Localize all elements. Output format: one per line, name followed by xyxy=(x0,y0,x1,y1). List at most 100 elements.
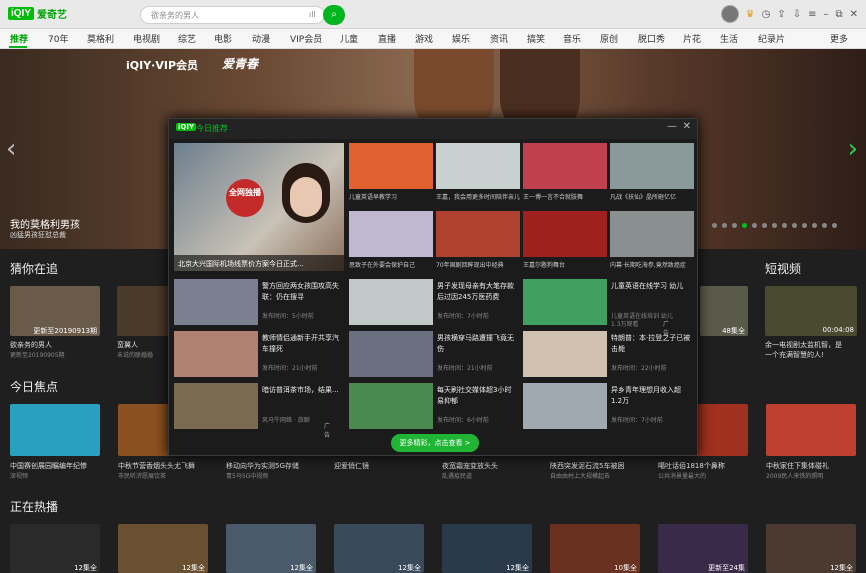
nav-tab[interactable]: VIP会员 xyxy=(290,32,322,45)
focus-card[interactable]: 中国赛创展园瞩编年纪惨 深视频 xyxy=(10,404,100,484)
card-badge: 10集全 xyxy=(614,564,637,572)
grid-thumbnail xyxy=(436,143,520,189)
carousel-dot[interactable] xyxy=(712,223,717,228)
hot-card[interactable]: 更新至24集 xyxy=(658,524,748,573)
nav-tab[interactable]: 搞笑 xyxy=(527,32,545,45)
card-subtitle: 市民听济愿展饮茶 xyxy=(118,473,167,480)
nav-tab[interactable]: 儿童 xyxy=(340,32,358,45)
menu-icon[interactable]: ≡ xyxy=(808,9,816,20)
list-thumbnail xyxy=(349,279,433,325)
search-input[interactable]: 欲亲务的男人 xyxy=(151,10,199,21)
card-badge: 12集全 xyxy=(182,564,205,572)
history-icon[interactable]: ◷ xyxy=(762,9,771,20)
grid-thumbnail xyxy=(523,143,607,189)
list-title: 男子发现母亲有大笔存款后过因245万医药费 xyxy=(437,282,514,301)
vip-crown-icon[interactable]: ♛ xyxy=(746,9,755,20)
carousel-dot[interactable] xyxy=(752,223,757,228)
list-meta: 风马牛网络 · 旅聊 xyxy=(262,417,310,424)
nav-tab[interactable]: 原创 xyxy=(600,32,618,45)
hero-brand-2: 爱青春 xyxy=(222,57,259,71)
list-title: 每天刷社交媒体超3小时易抑郁 xyxy=(437,386,512,405)
nav-tab[interactable]: 娱乐 xyxy=(452,32,470,45)
card-badge: 12集全 xyxy=(290,564,313,572)
list-thumbnail xyxy=(349,383,433,429)
guess-card-right[interactable]: 48集全 xyxy=(700,286,748,336)
card-title: 中秋节营香烟头头尤飞舞 xyxy=(118,462,195,470)
hot-card[interactable]: 10集全 xyxy=(550,524,640,573)
app-logo[interactable]: iQIY 爱奇艺 xyxy=(8,6,67,21)
hero-brand: iQIY·VIP会员 xyxy=(126,59,199,72)
search-button[interactable]: ⌕ xyxy=(323,5,345,25)
prev-arrow-icon[interactable]: ‹ xyxy=(6,134,16,164)
hot-card[interactable]: 12集全 xyxy=(766,524,856,573)
carousel-dot[interactable] xyxy=(802,223,807,228)
hot-card[interactable]: 12集全 xyxy=(10,524,100,573)
carousel-dot[interactable] xyxy=(812,223,817,228)
carousel-dot[interactable] xyxy=(822,223,827,228)
nav-tab[interactable]: 纪录片 xyxy=(758,32,785,45)
carousel-dot[interactable] xyxy=(732,223,737,228)
list-title: 警方回应两女孩围攻高失联：仍在搜寻 xyxy=(262,282,339,301)
popup-close-icon[interactable]: ✕ xyxy=(683,121,691,132)
carousel-dot[interactable] xyxy=(832,223,837,228)
avatar[interactable] xyxy=(720,5,739,23)
card-badge: 48集全 xyxy=(722,327,745,335)
section-short-title: 短视频 xyxy=(765,262,802,276)
section-hot-title: 正在热播 xyxy=(10,500,59,514)
hot-card[interactable]: 12集全 xyxy=(226,524,316,573)
nav-tab[interactable]: 片花 xyxy=(683,32,701,45)
card-badge: 12集全 xyxy=(74,564,97,572)
nav-tab[interactable]: 动漫 xyxy=(252,32,270,45)
restore-icon[interactable]: ⧉ xyxy=(835,9,842,20)
card-badge: 12集全 xyxy=(506,564,529,572)
card-title: 余一电视剧太监机智，是 xyxy=(765,341,842,349)
card-subtitle: 深视频 xyxy=(10,473,29,480)
short-video-card[interactable]: 00:04:08 余一电视剧太监机智，是 一个充满智慧的人! xyxy=(765,286,857,361)
download-icon[interactable]: ⇩ xyxy=(793,9,801,20)
featured-caption: 北京大兴国际机场线票价方案今日正式... xyxy=(174,255,344,271)
exclusive-stamp: 全网独播 xyxy=(226,179,264,217)
nav-tab[interactable]: 脱口秀 xyxy=(638,32,665,45)
nav-tab[interactable]: 音乐 xyxy=(563,32,581,45)
card-title: 中秋家住下集体碰礼 xyxy=(766,462,829,470)
nav-tab[interactable]: 生活 xyxy=(720,32,738,45)
minimize-icon[interactable]: – xyxy=(823,9,828,20)
hot-card[interactable]: 12集全 xyxy=(334,524,424,573)
hot-card[interactable]: 12集全 xyxy=(118,524,208,573)
carousel-dot[interactable] xyxy=(762,223,767,228)
carousel-dot[interactable] xyxy=(742,223,747,228)
guess-card[interactable]: 更新至20190913期 欲亲务的男人 更新至20190905期 xyxy=(10,286,100,361)
upload-icon[interactable]: ⇪ xyxy=(777,9,785,20)
nav-tab[interactable]: 综艺 xyxy=(178,32,196,45)
nav-tab[interactable]: 电视剧 xyxy=(133,32,160,45)
nav-tab[interactable]: 70年 xyxy=(48,32,68,45)
nav-tab[interactable]: 莫格利 xyxy=(87,32,114,45)
popup-featured-video[interactable]: 全网独播 北京大兴国际机场线票价方案今日正式... xyxy=(174,143,344,271)
close-icon[interactable]: ✕ xyxy=(850,9,858,20)
nav-tab[interactable]: 更多 xyxy=(830,32,848,45)
hero-title[interactable]: 我的莫格利男孩 xyxy=(10,216,80,231)
nav-tab[interactable]: 电影 xyxy=(214,32,232,45)
active-tab-underline xyxy=(9,46,27,48)
nav-tab[interactable]: 资讯 xyxy=(490,32,508,45)
nav-tab[interactable]: 推荐 xyxy=(10,32,28,45)
view-count-badge: 1.3万观看 xyxy=(611,321,639,328)
voice-icon[interactable]: ıll xyxy=(309,10,316,19)
nav-tab[interactable]: 直播 xyxy=(378,32,396,45)
focus-card[interactable]: 中秋家住下集体碰礼 2009民人来铁的照明 xyxy=(766,404,856,484)
search-box[interactable]: 欲亲务的男人 ıll xyxy=(140,6,325,24)
list-thumbnail xyxy=(174,331,258,377)
hot-card[interactable]: 12集全 xyxy=(442,524,532,573)
carousel-dot[interactable] xyxy=(772,223,777,228)
popup-minimize-icon[interactable]: — xyxy=(667,121,677,132)
next-arrow-icon[interactable]: › xyxy=(848,134,858,164)
carousel-dot[interactable] xyxy=(792,223,797,228)
carousel-dot[interactable] xyxy=(782,223,787,228)
carousel-dot[interactable] xyxy=(722,223,727,228)
list-title: 异乡青年理想月收入超1.2万 xyxy=(611,386,681,405)
card-title: 欲亲务的男人 xyxy=(10,341,52,349)
nav-tab[interactable]: 游戏 xyxy=(415,32,433,45)
list-meta: 发布时间：6小时前 xyxy=(437,417,489,424)
list-thumbnail xyxy=(174,383,258,429)
more-button[interactable]: 更多精彩，点击查看 > xyxy=(391,434,479,452)
